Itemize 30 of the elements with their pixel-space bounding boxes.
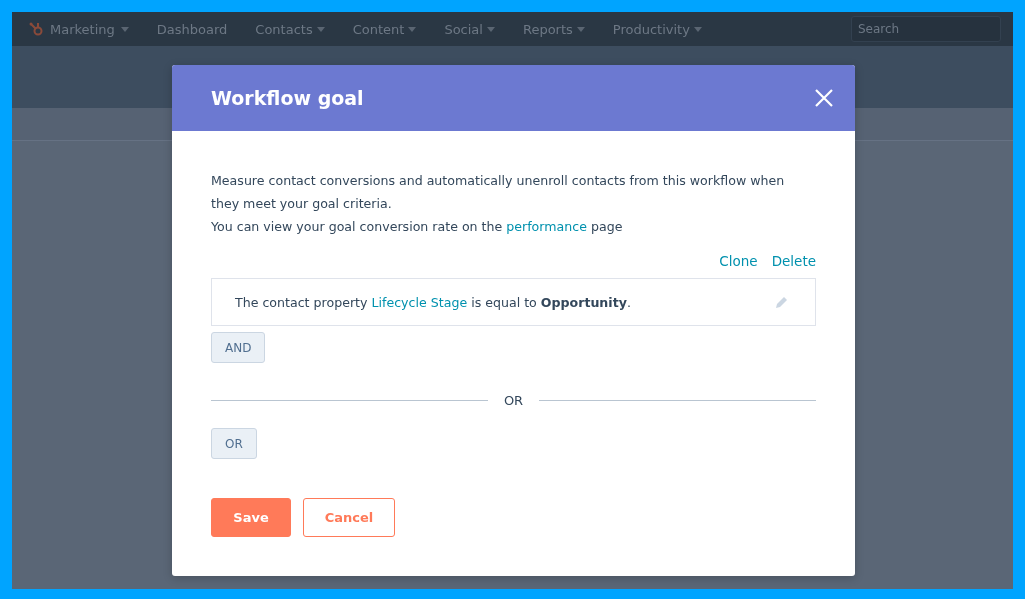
property-link[interactable]: Lifecycle Stage (371, 294, 468, 310)
save-button[interactable]: Save (211, 498, 291, 537)
or-button[interactable]: OR (211, 428, 257, 459)
description-text: Measure contact conversions and automatically unenroll contacts from this workflow when they meet your goal criteria. (211, 172, 786, 213)
nav-item[interactable]: Contacts (255, 21, 313, 37)
caret-icon (576, 26, 585, 32)
search-field[interactable]: Search (851, 16, 1001, 42)
cancel-button[interactable]: Cancel (303, 498, 395, 537)
divider-label: OR (503, 393, 524, 408)
nav-item[interactable]: Reports (522, 21, 573, 37)
action-link[interactable]: Clone (719, 253, 758, 269)
dialog-title: Workflow goal (211, 87, 365, 109)
caret-icon (120, 26, 129, 32)
caret-icon (408, 26, 417, 32)
caret-icon (486, 26, 495, 32)
conversion-note: You can view your goal conversion rate on the performance page (211, 218, 624, 236)
sprocket-logo-icon[interactable] (28, 21, 44, 37)
and-button[interactable]: AND (211, 332, 266, 363)
nav-item[interactable]: Dashboard (156, 21, 228, 37)
nav-brand[interactable]: Marketing (50, 21, 115, 37)
pencil-icon[interactable] (774, 294, 789, 310)
caret-icon (316, 26, 325, 32)
caret-icon (693, 26, 702, 32)
performance-link[interactable]: performance (506, 219, 587, 234)
close-icon[interactable] (815, 89, 833, 107)
nav-item[interactable]: Content (352, 21, 405, 37)
filter-rule: The contact property Lifecycle Stage is equal to Opportunity. (235, 293, 632, 312)
nav-item[interactable]: Productivity (612, 21, 690, 37)
action-link[interactable]: Delete (771, 253, 816, 269)
nav-item[interactable]: Social (444, 21, 483, 37)
